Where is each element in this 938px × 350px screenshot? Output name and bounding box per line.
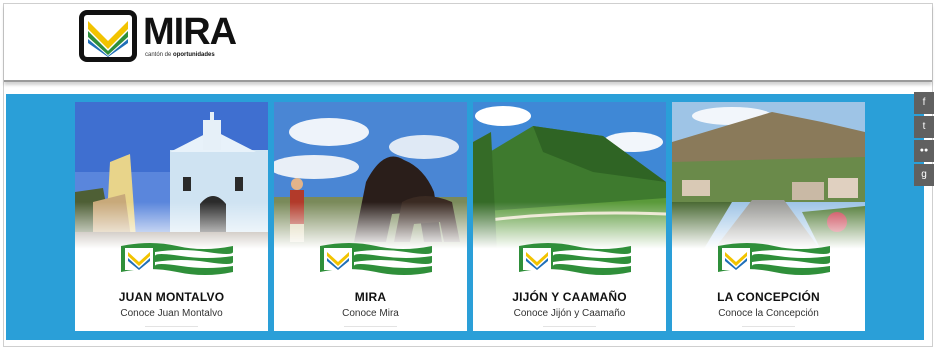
card-divider	[742, 326, 795, 327]
social-sidebar: f t ●● g	[914, 92, 934, 188]
parish-flag-emblem	[320, 242, 432, 276]
twitter-icon[interactable]: t	[914, 116, 934, 138]
logo-tagline-emphasis: oportunidades	[173, 52, 215, 58]
card-link[interactable]: Conoce Jijón y Caamaño	[473, 308, 666, 319]
card-title: JUAN MONTALVO	[118, 290, 225, 304]
parish-flag-emblem	[718, 242, 830, 276]
flickr-icon[interactable]: ●●	[914, 140, 934, 162]
logo-mark	[79, 10, 137, 62]
card-divider	[145, 326, 198, 327]
facebook-icon[interactable]: f	[914, 92, 934, 114]
card-title: LA CONCEPCIÓN	[717, 290, 820, 304]
logo-tagline-prefix: cantón de	[145, 52, 172, 58]
parish-card-la-concepcion[interactable]: LA CONCEPCIÓN Conoce la Concepción	[672, 102, 865, 331]
parish-card-juan-montalvo[interactable]: JUAN MONTALVO Conoce Juan Montalvo	[75, 102, 268, 331]
parish-flag-emblem	[121, 242, 233, 276]
parish-card-mira[interactable]: MIRA Conoce Mira	[274, 102, 467, 331]
card-divider	[543, 326, 596, 327]
site-header: MIRA cantón de oportunidades	[4, 4, 932, 82]
parish-card-jijon-y-caamano[interactable]: JIJÓN Y CAAMAÑO Conoce Jijón y Caamaño	[473, 102, 666, 331]
site-logo[interactable]: MIRA cantón de oportunidades	[79, 10, 239, 70]
card-title: JIJÓN Y CAAMAÑO	[512, 290, 627, 304]
card-link[interactable]: Conoce Juan Montalvo	[75, 308, 268, 319]
google-plus-icon[interactable]: g	[914, 164, 934, 186]
card-link[interactable]: Conoce Mira	[274, 308, 467, 319]
logo-tagline: cantón de oportunidades	[145, 52, 215, 58]
parish-flag-emblem	[519, 242, 631, 276]
card-title: MIRA	[354, 290, 387, 304]
card-link[interactable]: Conoce la Concepción	[672, 308, 865, 319]
logo-wordmark: MIRA	[143, 11, 237, 53]
card-divider	[344, 326, 397, 327]
